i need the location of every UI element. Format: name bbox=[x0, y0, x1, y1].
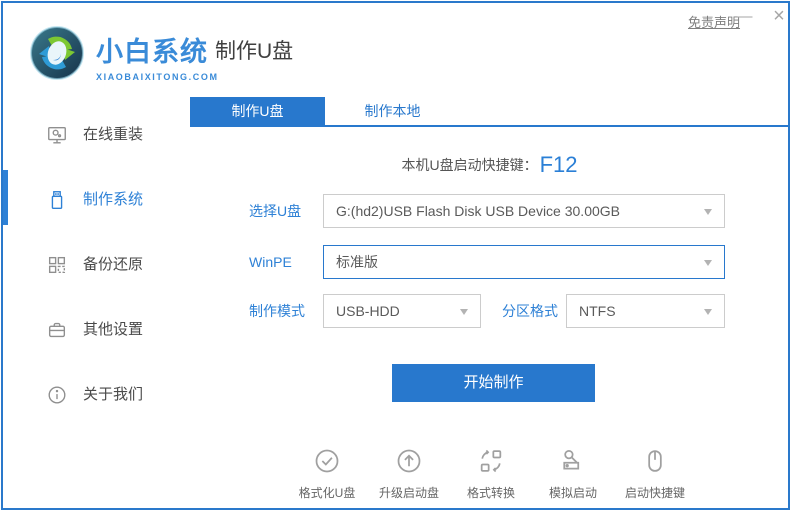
brand-text: 小白系统 XIAOBAIXITONG.COM bbox=[96, 30, 219, 82]
check-circle-icon bbox=[313, 447, 341, 475]
chevron-down-icon bbox=[460, 309, 468, 315]
minimize-button[interactable]: — bbox=[734, 6, 756, 28]
make-mode-value: USB-HDD bbox=[336, 303, 400, 319]
start-make-button[interactable]: 开始制作 bbox=[392, 364, 595, 402]
brand-name: 小白系统 bbox=[96, 30, 219, 69]
boot-hotkey-line: 本机U盘启动快捷键： F12 bbox=[190, 148, 789, 182]
usb-select-label: 选择U盘 bbox=[249, 194, 301, 228]
tool-format-usb[interactable]: 格式化U盘 bbox=[286, 447, 368, 501]
make-mode-dropdown[interactable]: USB-HDD bbox=[323, 294, 481, 328]
sidebar-item-about-us[interactable]: 关于我们 bbox=[3, 377, 188, 413]
usb-drive-icon bbox=[46, 189, 68, 211]
brand-domain: XIAOBAIXITONG.COM bbox=[96, 72, 219, 82]
page-title: 制作U盘 bbox=[215, 35, 293, 65]
tool-simulate-boot[interactable]: 模拟启动 bbox=[532, 447, 614, 501]
tab-make-local[interactable]: 制作本地 bbox=[325, 97, 460, 125]
sidebar-item-label: 制作系统 bbox=[83, 182, 143, 218]
usb-select-value: G:(hd2)USB Flash Disk USB Device 30.00GB bbox=[336, 203, 620, 219]
partition-format-label: 分区格式 bbox=[502, 294, 558, 328]
tool-label: 模拟启动 bbox=[532, 484, 614, 501]
briefcase-icon bbox=[46, 319, 68, 341]
grid-icon bbox=[46, 254, 68, 276]
partition-format-value: NTFS bbox=[579, 303, 616, 319]
boot-hotkey-value: F12 bbox=[540, 152, 578, 178]
sidebar-item-online-reinstall[interactable]: 在线重装 bbox=[3, 117, 188, 153]
tool-label: 升级启动盘 bbox=[368, 484, 450, 501]
sidebar-item-make-system[interactable]: 制作系统 bbox=[3, 182, 188, 218]
boot-hotkey-label: 本机U盘启动快捷键： bbox=[401, 155, 537, 175]
sidebar-item-label: 备份还原 bbox=[83, 247, 143, 283]
sidebar-item-backup-restore[interactable]: 备份还原 bbox=[3, 247, 188, 283]
chevron-down-icon bbox=[704, 260, 712, 266]
convert-icon bbox=[477, 447, 505, 475]
close-button[interactable]: × bbox=[767, 4, 790, 28]
chevron-down-icon bbox=[704, 209, 712, 215]
winpe-dropdown[interactable]: 标准版 bbox=[323, 245, 725, 279]
tool-boot-hotkey[interactable]: 启动快捷键 bbox=[614, 447, 696, 501]
winpe-value: 标准版 bbox=[336, 254, 378, 270]
bottom-toolbar: 格式化U盘 升级启动盘 bbox=[286, 447, 696, 501]
disclaimer-link[interactable]: 免责声明 bbox=[688, 12, 740, 31]
stamp-icon bbox=[559, 447, 587, 475]
usb-select-dropdown[interactable]: G:(hd2)USB Flash Disk USB Device 30.00GB bbox=[323, 194, 725, 228]
sidebar-item-other-settings[interactable]: 其他设置 bbox=[3, 312, 188, 348]
tool-label: 格式转换 bbox=[450, 484, 532, 501]
mouse-icon bbox=[641, 447, 669, 475]
sidebar-item-label: 在线重装 bbox=[83, 117, 143, 153]
arrow-up-circle-icon bbox=[395, 447, 423, 475]
tab-underline bbox=[190, 125, 789, 127]
chevron-down-icon bbox=[704, 309, 712, 315]
tool-label: 启动快捷键 bbox=[614, 484, 696, 501]
brand-logo-icon bbox=[28, 24, 86, 82]
tool-upgrade-boot-disk[interactable]: 升级启动盘 bbox=[368, 447, 450, 501]
info-icon bbox=[46, 384, 68, 406]
monitor-icon bbox=[46, 124, 68, 146]
partition-format-dropdown[interactable]: NTFS bbox=[566, 294, 725, 328]
tab-make-usb[interactable]: 制作U盘 bbox=[190, 97, 325, 125]
tool-format-convert[interactable]: 格式转换 bbox=[450, 447, 532, 501]
winpe-label: WinPE bbox=[249, 245, 292, 279]
app-window: 免责声明 — × 小白系统 XIAOBAIXITONG.COM 制作U盘 bbox=[1, 1, 790, 510]
tool-label: 格式化U盘 bbox=[286, 484, 368, 501]
sidebar-item-label: 其他设置 bbox=[83, 312, 143, 348]
sidebar-item-label: 关于我们 bbox=[83, 377, 143, 413]
make-mode-label: 制作模式 bbox=[249, 294, 305, 328]
